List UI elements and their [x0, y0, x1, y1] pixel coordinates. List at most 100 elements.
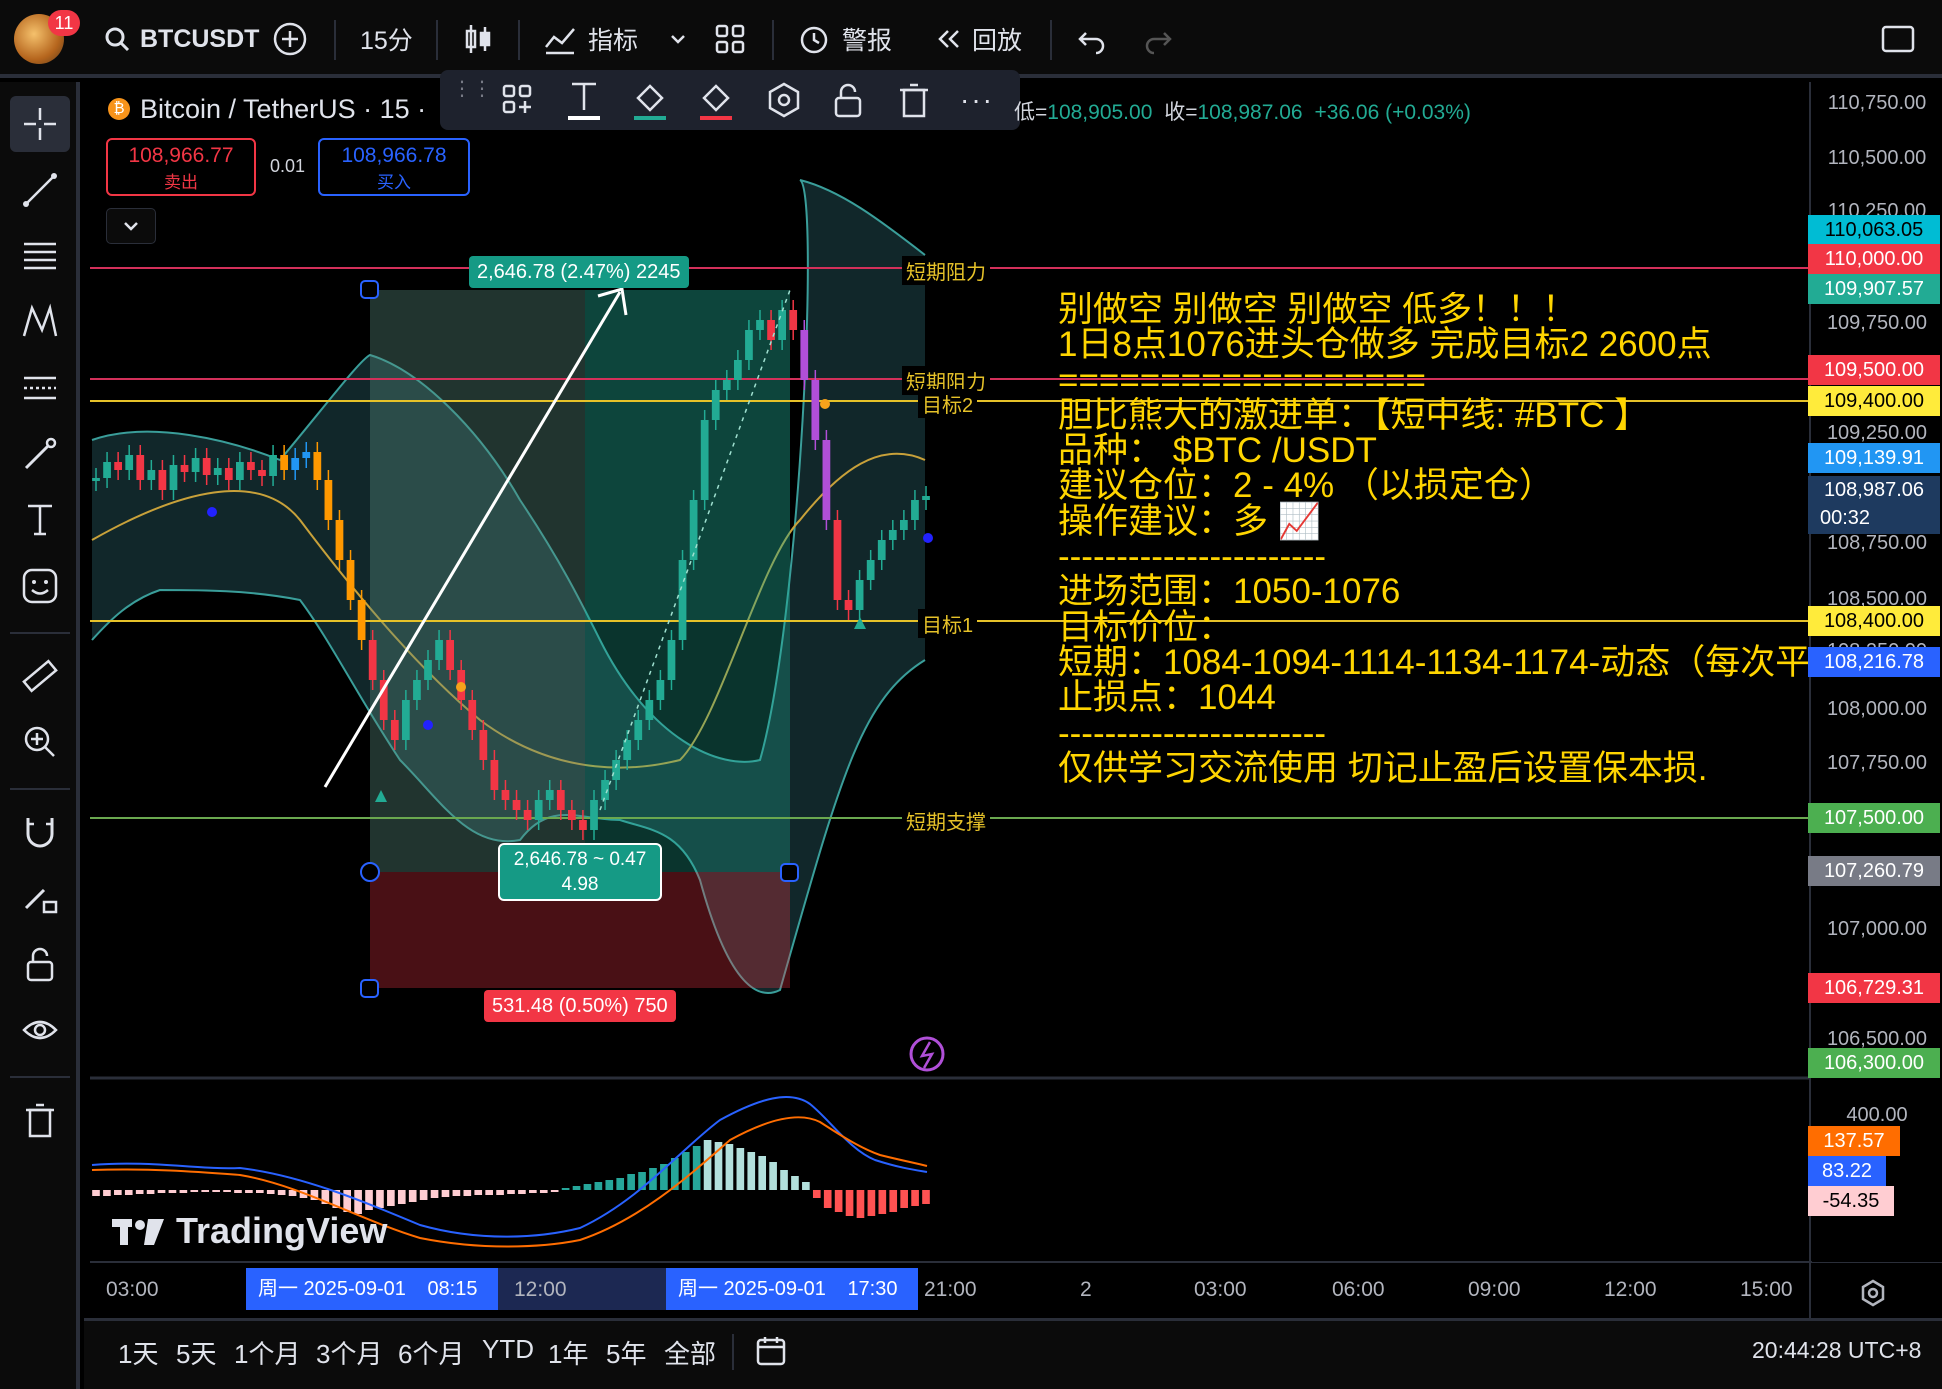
range-5y[interactable]: 5年	[606, 1334, 646, 1371]
macd-hist-bar	[681, 1152, 690, 1190]
tradingview-watermark: TradingView	[110, 1210, 387, 1252]
macd-hist-bar	[878, 1190, 887, 1214]
annotation-line: 进场范围：1050-1076	[1058, 572, 1401, 612]
sell-price: 108,966.77	[128, 144, 234, 167]
macd-hist-bar	[441, 1190, 450, 1197]
candle-body	[335, 520, 344, 560]
tradingview-logo-icon	[112, 1219, 164, 1245]
position-handle-right[interactable]	[780, 863, 799, 882]
macd-hist-bar	[834, 1190, 843, 1212]
candle-body	[468, 700, 477, 730]
macd-hist-bar	[387, 1190, 395, 1206]
price-tick: 108,000.00	[1826, 698, 1928, 720]
position-target-label: 2,646.78 (2.47%) 2245	[469, 256, 689, 288]
candle-body	[136, 455, 145, 480]
time-label: 12:00	[514, 1278, 567, 1301]
drag-handle-icon[interactable]: ⋮⋮	[452, 79, 492, 116]
macd-hist-bar	[922, 1190, 930, 1204]
macd-hist-bar	[889, 1190, 898, 1212]
time-label: 21:00	[924, 1278, 977, 1301]
cursor-right-day: 周一 2025-09-01	[678, 1278, 826, 1300]
symbol-legend[interactable]: ₿ Bitcoin / TetherUS · 15 ·	[108, 92, 426, 126]
macd-hist-bar	[376, 1190, 384, 1208]
more-button[interactable]: ···	[960, 84, 994, 116]
last-price: 108,987.06	[1823, 479, 1925, 501]
text-color-button[interactable]	[564, 78, 604, 127]
macd-hist-bar	[234, 1190, 242, 1193]
macd-hist-bar	[561, 1188, 570, 1190]
candle-body	[324, 480, 333, 520]
candle-body	[435, 640, 443, 660]
macd-hist-bar	[485, 1190, 493, 1195]
candle-body	[147, 470, 156, 480]
time-label: 09:00	[1468, 1278, 1521, 1301]
candle-body	[213, 468, 222, 475]
range-1m[interactable]: 1个月	[234, 1334, 300, 1371]
buy-button[interactable]: 108,966.78 买入	[318, 138, 470, 196]
position-handle-entry[interactable]	[360, 862, 380, 882]
delete-button[interactable]	[896, 80, 932, 125]
candle-body	[490, 760, 499, 790]
candle-body	[899, 520, 908, 530]
macd-hist-bar	[802, 1182, 810, 1190]
position-center-line1: 2,646.78 ~ 0.47	[513, 849, 647, 870]
template-icon	[502, 84, 532, 114]
range-6m[interactable]: 6个月	[398, 1334, 464, 1371]
candle-body	[479, 730, 488, 760]
macd-hist-bar	[135, 1190, 144, 1194]
annotation-line: 品种： $BTC /USDT	[1058, 431, 1377, 471]
candle-body	[556, 790, 565, 810]
watermark-text: TradingView	[176, 1210, 388, 1251]
range-1y[interactable]: 1年	[548, 1334, 588, 1371]
sell-button[interactable]: 108,966.77 卖出	[106, 138, 256, 196]
annotation-line: 仅供学习交流使用 切记止盈后设置保本损.	[1058, 748, 1708, 787]
axis-settings-button[interactable]	[1858, 1278, 1888, 1313]
candle-body	[191, 458, 200, 472]
macd-badge: 83.22	[1808, 1156, 1886, 1186]
position-handle-stop[interactable]	[360, 979, 379, 998]
price-badge: 109,907.57	[1808, 274, 1940, 304]
candle-body	[224, 468, 233, 480]
fill-color-button-2[interactable]	[696, 78, 736, 127]
range-1d[interactable]: 1天	[118, 1334, 158, 1371]
candle-body	[313, 452, 322, 480]
template-button[interactable]	[500, 82, 534, 121]
macd-hist-bar	[812, 1190, 821, 1198]
trash-icon	[900, 83, 928, 118]
time-cursor-left[interactable]: 周一 2025-09-01 08:15	[246, 1268, 498, 1310]
macd-hist-bar	[103, 1190, 111, 1196]
range-all[interactable]: 全部	[664, 1334, 716, 1371]
candle-body	[346, 560, 355, 600]
fill-color-button-1[interactable]	[630, 78, 670, 127]
lock-button[interactable]	[830, 80, 866, 125]
bitcoin-icon: ₿	[108, 98, 130, 120]
macd-hist-bar	[758, 1156, 767, 1190]
settings-button[interactable]	[764, 80, 804, 125]
candle-body	[844, 600, 853, 610]
candle-body	[390, 720, 399, 740]
legend-collapse-button[interactable]	[106, 208, 156, 244]
paint-bucket-icon	[700, 84, 732, 120]
range-3m[interactable]: 3个月	[316, 1334, 382, 1371]
range-ytd[interactable]: YTD	[482, 1334, 534, 1365]
candle-body	[269, 455, 277, 476]
candle-body	[590, 800, 598, 830]
utc-clock[interactable]: 20:44:28 UTC+8	[1752, 1337, 1921, 1364]
price-badge: 106,300.00	[1808, 1048, 1940, 1078]
time-cursor-right[interactable]: 周一 2025-09-01 17:30	[666, 1268, 918, 1310]
price-tick: 110,750.00	[1827, 92, 1927, 114]
position-handle-top[interactable]	[360, 280, 379, 299]
range-5d[interactable]: 5天	[176, 1334, 216, 1371]
price-tick: 110,500.00	[1827, 147, 1927, 169]
macd-hist-bar	[507, 1190, 515, 1194]
macd-hist-bar	[146, 1190, 155, 1194]
price-tick: 109,250.00	[1826, 422, 1928, 444]
date-range-button[interactable]	[754, 1334, 788, 1373]
candle-body	[667, 640, 676, 680]
buy-price: 108,966.78	[341, 144, 447, 167]
price-tick: 107,750.00	[1826, 752, 1928, 774]
trade-annotation[interactable]: 别做空 别做空 别做空 低多！！！ 1日8点1076进头仓做多 完成目标2 26…	[1058, 292, 1818, 786]
calendar-icon	[756, 1337, 786, 1366]
macd-hist-bar	[518, 1190, 526, 1194]
candle-body	[656, 680, 665, 700]
